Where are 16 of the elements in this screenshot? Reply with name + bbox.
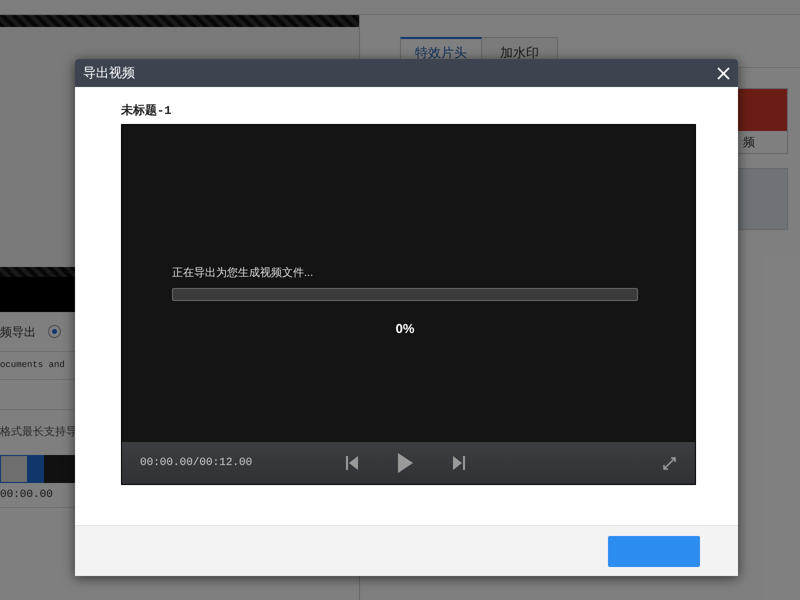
progress-percent: 0% <box>396 320 414 338</box>
status-text: 正在导出为您生成视频文件... <box>172 266 314 281</box>
fullscreen-icon[interactable] <box>662 456 677 470</box>
dialog-title: 导出视频 <box>83 64 135 82</box>
thumbnail-caption: 频 <box>742 134 756 151</box>
export-mode-label: 频导出 <box>0 324 36 340</box>
path-field[interactable]: ocuments and <box>0 358 65 372</box>
previous-icon[interactable] <box>346 456 358 470</box>
radio-button[interactable] <box>48 325 61 338</box>
time-value: 00:00.00 <box>0 488 53 503</box>
next-icon[interactable] <box>453 456 465 470</box>
time-input[interactable] <box>0 455 28 483</box>
close-icon[interactable] <box>717 66 730 80</box>
play-icon[interactable] <box>398 453 413 473</box>
time-display: 00:00.00/00:12.00 <box>140 456 254 471</box>
project-name: 未标题-1 <box>121 102 172 117</box>
